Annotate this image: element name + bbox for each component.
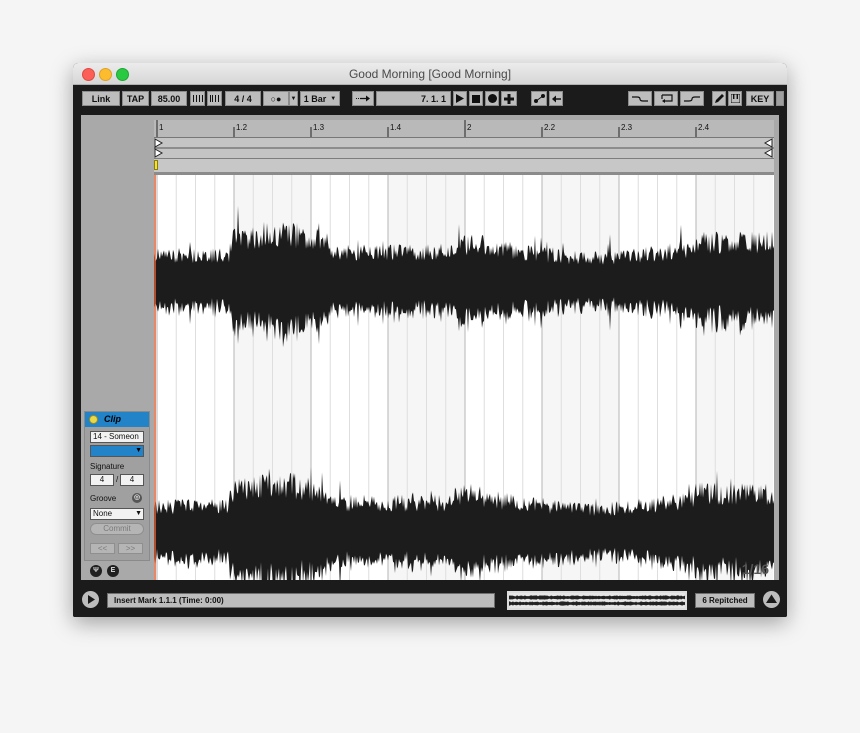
signature-separator: / [116, 475, 119, 484]
start-marker-flag[interactable] [154, 160, 158, 170]
waveform-overview[interactable] [507, 591, 687, 610]
status-bar: Insert Mark 1.1.1 (Time: 0:00) 6 Repitch… [73, 585, 787, 617]
plus-icon [504, 93, 514, 104]
groove-select[interactable]: None ▼ [90, 508, 144, 520]
punch-out-button[interactable] [680, 91, 704, 106]
metronome-button[interactable]: ○● [263, 91, 289, 106]
ruler-tick-label: 2.4 [698, 123, 710, 132]
sample-editor[interactable]: 1 1.2 1.3 1.4 2 2.2 2.3 2.4 1/16 [154, 120, 774, 580]
play-icon [88, 595, 95, 604]
marker-graphics [154, 138, 774, 158]
groove-value: None [93, 509, 113, 518]
punch-in-button[interactable] [628, 91, 652, 106]
sample-start-marker[interactable] [154, 148, 164, 158]
nudge-up-icon [209, 95, 219, 102]
link-button[interactable]: Link [82, 91, 120, 106]
warp-marker-strip[interactable] [154, 159, 774, 175]
beat-time-ruler[interactable]: 1 1.2 1.3 1.4 2 2.2 2.3 2.4 [154, 120, 774, 138]
computer-midi-keyboard-button[interactable] [728, 91, 742, 106]
automation-icon [533, 94, 545, 103]
punch-in-icon [632, 96, 648, 102]
loop-icon [661, 94, 673, 103]
clip-name-field[interactable]: 14 - Someon [90, 431, 144, 443]
record-button[interactable] [485, 91, 499, 106]
nav-prev-button[interactable]: << [90, 543, 115, 554]
signature-field[interactable]: 4 / 4 [225, 91, 261, 106]
signature-label: Signature [90, 462, 125, 471]
loop-button[interactable] [654, 91, 678, 106]
groove-label: Groove [90, 494, 117, 503]
nav-next-button[interactable]: >> [118, 543, 143, 554]
window-title: Good Morning [Good Morning] [348, 67, 512, 81]
clip-properties-box: Clip 14 - Someon ▼ Signature 4 / 4 Groov… [84, 411, 150, 561]
clip-activator-button[interactable] [89, 415, 98, 424]
waveform-display[interactable] [154, 175, 774, 580]
arrow-left-icon [551, 95, 561, 102]
key-map-button[interactable]: KEY [746, 91, 774, 106]
app-window: Good Morning [Good Morning] Link TAP 85.… [73, 63, 787, 617]
nudge-up-button[interactable] [207, 91, 222, 106]
control-bar: Link TAP 85.00 4 / 4 ○● ▼ 1 Bar ▼ 7. 1. … [73, 85, 787, 111]
show-sample-box-icon[interactable]: Ψ [90, 565, 102, 577]
nudge-down-icon [192, 95, 203, 102]
ruler-tick-label: 1.3 [313, 123, 325, 132]
scroll-up-icon [766, 594, 777, 603]
ruler-tick-label: 1 [159, 123, 164, 132]
groove-pool-icon[interactable]: ◎ [132, 493, 142, 503]
automation-arm-button[interactable] [531, 91, 547, 106]
clip-color-menu[interactable]: ▼ [90, 445, 144, 457]
overview-channel [509, 601, 685, 606]
status-message: Insert Mark 1.1.1 (Time: 0:00) [107, 593, 495, 608]
title-bar: Good Morning [Good Morning] [73, 63, 787, 85]
overdub-button[interactable] [501, 91, 517, 106]
song-position-field[interactable]: 7. 1. 1 [376, 91, 451, 106]
follow-button[interactable] [352, 91, 374, 106]
expand-button[interactable] [763, 591, 780, 608]
keyboard-icon [730, 94, 740, 103]
loop-end-marker[interactable] [763, 138, 773, 148]
loop-start-end-markers[interactable] [154, 138, 774, 159]
stop-button[interactable] [469, 91, 483, 106]
overview-channel [509, 595, 685, 600]
repitch-status-badge: 6 Repitched [695, 593, 755, 608]
ruler-tick-label: 1.4 [390, 123, 402, 132]
stop-icon [472, 94, 480, 103]
loop-start-marker[interactable] [154, 138, 164, 148]
signature-numerator-field[interactable]: 4 [90, 474, 114, 486]
clip-header-label: Clip [104, 414, 121, 424]
ruler-tick-label: 2.3 [621, 123, 633, 132]
commit-button[interactable]: Commit [90, 523, 144, 535]
tap-button[interactable]: TAP [122, 91, 149, 106]
sample-end-marker[interactable] [763, 148, 773, 158]
follow-arrow-icon [356, 95, 370, 102]
clip-header: Clip [85, 412, 149, 427]
ruler-tick-label: 2 [467, 123, 472, 132]
midi-map-switch[interactable] [776, 91, 784, 106]
play-button[interactable] [453, 91, 467, 106]
record-icon [487, 94, 497, 103]
chevron-down-icon: ▼ [135, 510, 142, 517]
tempo-field[interactable]: 85.00 [151, 91, 187, 106]
preview-button[interactable] [82, 591, 99, 608]
pencil-icon [714, 94, 724, 103]
zoom-level-label: 1/16 [741, 561, 769, 577]
chevron-down-icon: ▼ [135, 447, 142, 454]
chevron-down-icon: ▼ [330, 95, 337, 102]
draw-mode-button[interactable] [712, 91, 726, 106]
play-icon [456, 94, 464, 103]
metronome-menu-arrow[interactable]: ▼ [289, 91, 298, 106]
ruler-tick-label: 1.2 [236, 123, 248, 132]
quantize-value: 1 Bar [303, 93, 327, 104]
punch-out-icon [684, 96, 700, 102]
signature-denominator-field[interactable]: 4 [120, 474, 144, 486]
quantize-menu[interactable]: 1 Bar ▼ [300, 91, 340, 106]
nudge-down-button[interactable] [190, 91, 205, 106]
clip-view-panel: Clip 14 - Someon ▼ Signature 4 / 4 Groov… [81, 115, 779, 580]
ruler-tick-label: 2.2 [544, 123, 556, 132]
back-to-arrangement-button[interactable] [549, 91, 563, 106]
show-envelopes-icon[interactable]: E [107, 565, 119, 577]
